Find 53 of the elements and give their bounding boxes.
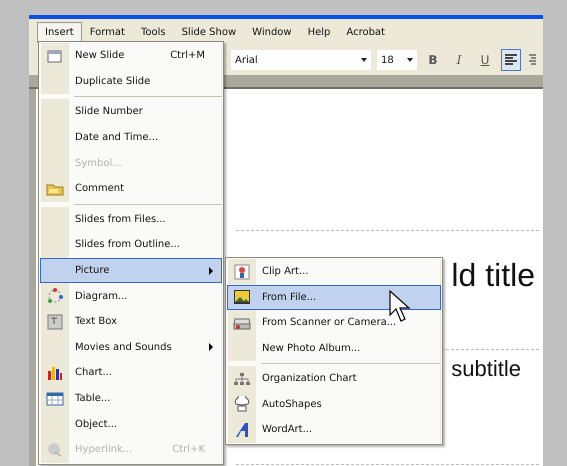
bar-chart-icon — [47, 364, 63, 381]
bold-button[interactable]: B — [423, 49, 443, 71]
menu[interactable]: Window — [244, 22, 300, 42]
dropdown-arrow-icon — [407, 58, 413, 62]
menu[interactable]: Format — [82, 22, 133, 42]
menu-item[interactable]: New Photo Album... — [227, 336, 441, 361]
menu-item[interactable]: Slide Number — [40, 99, 222, 125]
menu-item[interactable]: WordArt... — [227, 417, 441, 442]
menu-item[interactable]: Organization Chart — [227, 366, 441, 392]
align-left-button[interactable] — [501, 49, 521, 71]
menu-item[interactable]: Slides from Files... — [40, 206, 222, 232]
table-icon — [46, 392, 64, 406]
menu-item[interactable]: Table... — [40, 386, 222, 412]
menu-item[interactable]: Text Box — [40, 308, 222, 335]
menu[interactable]: Slide Show — [174, 22, 244, 42]
new-slide-icon — [47, 48, 63, 63]
menu-item[interactable]: AutoShapes — [227, 392, 441, 417]
org-chart-icon — [233, 372, 251, 386]
submenu-arrow-icon — [209, 266, 213, 275]
slide-title: ld title — [451, 257, 536, 295]
shapes-icon — [234, 396, 250, 412]
menu-item[interactable]: From Scanner or Camera... — [227, 310, 441, 336]
menu-item[interactable]: Duplicate Slide — [40, 68, 222, 94]
clip-art-icon — [234, 264, 250, 280]
letter-a-icon — [234, 422, 250, 438]
submenu-arrow-icon — [209, 343, 213, 352]
align-left-icon — [504, 54, 518, 66]
menu[interactable]: Insert — [37, 22, 82, 42]
menu[interactable]: Acrobat — [338, 22, 393, 42]
menu-item[interactable]: Comment — [40, 176, 222, 202]
slide-subtitle: subtitle — [451, 356, 522, 383]
menu[interactable]: Tools — [132, 22, 174, 42]
italic-button[interactable]: I — [449, 49, 469, 71]
text-box-icon — [47, 314, 63, 330]
menu-item[interactable]: From File... — [227, 284, 441, 310]
diagram-icon — [47, 288, 63, 304]
menu-item[interactable]: Slides from Outline... — [40, 232, 222, 258]
menu-item[interactable]: Date and Time... — [40, 124, 222, 150]
menu-item[interactable]: Chart... — [40, 360, 222, 386]
underline-button[interactable]: U — [475, 49, 495, 71]
menu-item[interactable]: Movies and Sounds — [40, 334, 222, 360]
folder-icon — [46, 182, 64, 196]
menu[interactable]: Help — [300, 22, 338, 42]
dropdown-arrow-icon — [361, 58, 367, 62]
image-icon — [233, 289, 251, 306]
font-size-field[interactable]: 18 — [377, 50, 417, 70]
font-field[interactable]: Arial — [231, 50, 371, 70]
align-center-icon — [528, 54, 536, 66]
menu-item[interactable]: Diagram... — [40, 283, 222, 309]
menu-item[interactable]: Object... — [40, 411, 222, 437]
menu-item[interactable]: New Slide Ctrl+M — [40, 43, 222, 69]
menu-item[interactable]: Clip Art... — [227, 259, 441, 284]
menu-item[interactable]: Picture — [40, 258, 222, 284]
